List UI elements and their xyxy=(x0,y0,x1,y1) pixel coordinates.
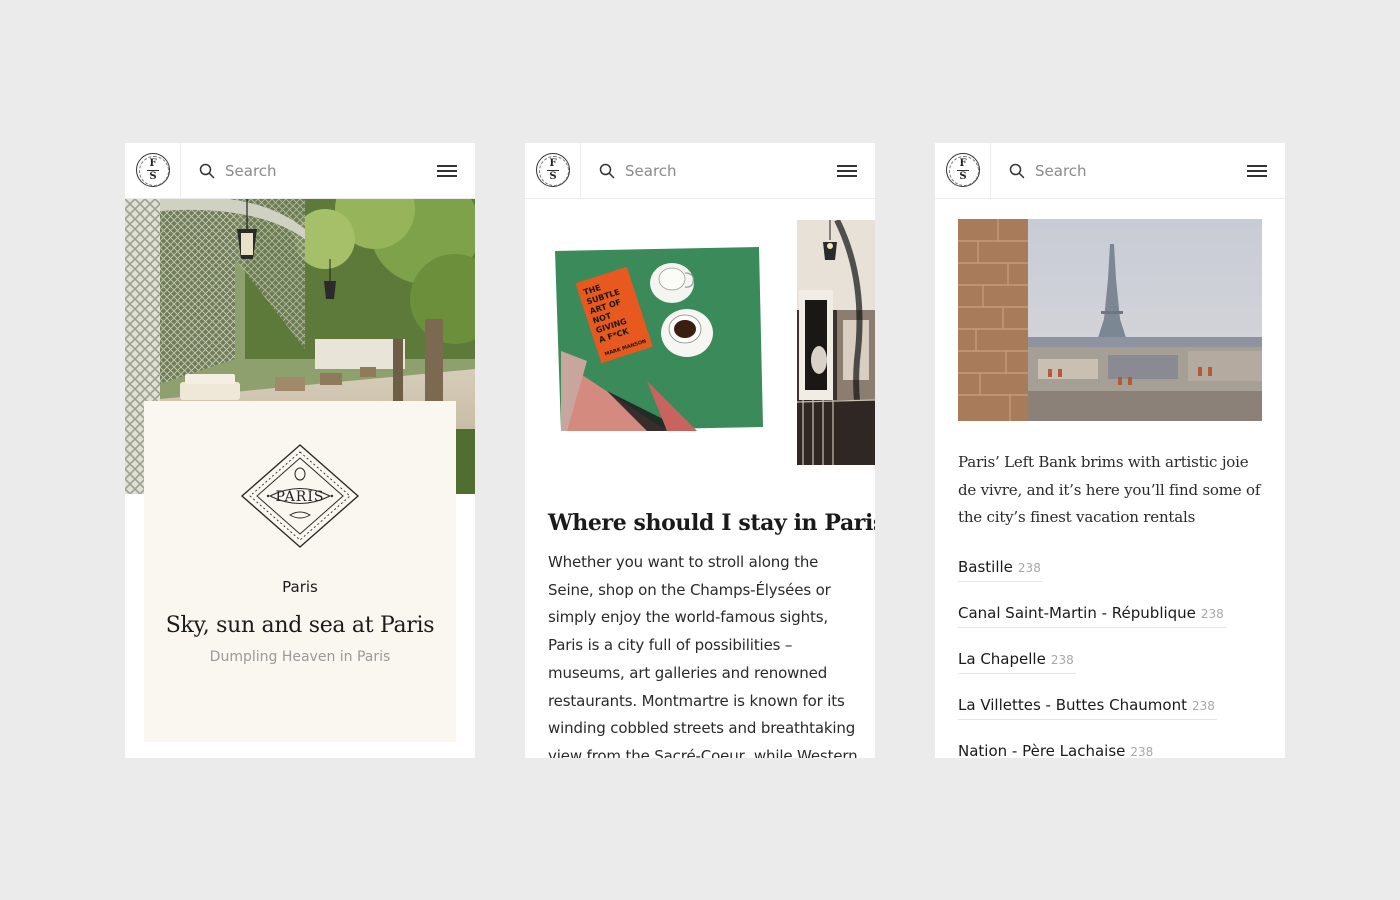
paris-badge-icon: PARIS xyxy=(240,444,360,548)
article-title: Where should I stay in Paris? xyxy=(548,510,875,536)
screen-neighbourhoods: F S Paris’ Left Bank brims with artistic… xyxy=(935,143,1285,758)
logo-link[interactable]: F S xyxy=(525,143,581,198)
search-input[interactable] xyxy=(1035,159,1235,183)
district-count: 238 xyxy=(1017,561,1041,575)
search-icon[interactable] xyxy=(199,163,215,179)
menu-icon[interactable] xyxy=(437,163,457,179)
list-item: Bastille 238 xyxy=(958,558,1278,604)
article-body: Whether you want to stroll along the Sei… xyxy=(548,553,858,758)
interior-photo xyxy=(797,220,875,465)
district-link-la-villettes[interactable]: La Villettes - Buttes Chaumont 238 xyxy=(958,696,1217,720)
brand-logo-icon: F S xyxy=(536,153,570,187)
list-item: La Chapelle 238 xyxy=(958,650,1278,696)
intro-text: Paris’ Left Bank brims with artistic joi… xyxy=(958,453,1261,526)
logo-link[interactable]: F S xyxy=(125,143,181,198)
svg-text:PARIS: PARIS xyxy=(276,489,325,505)
list-item: Canal Saint-Martin - République 238 xyxy=(958,604,1278,650)
menu-icon[interactable] xyxy=(1247,163,1267,179)
district-link-la-chapelle[interactable]: La Chapelle 238 xyxy=(958,650,1076,674)
top-bar: F S xyxy=(525,143,875,199)
logo-link[interactable]: F S xyxy=(935,143,991,198)
district-link-canal-saint-martin[interactable]: Canal Saint-Martin - République 238 xyxy=(958,604,1226,628)
list-item: Nation - Père Lachaise 238 xyxy=(958,742,1278,758)
paris-rooftops-photo xyxy=(958,219,1262,421)
district-count: 238 xyxy=(1130,745,1154,758)
district-count: 238 xyxy=(1191,699,1215,713)
screen-article: F S THE SUBTLE ART OF NOT GIVING A F*CK … xyxy=(525,143,875,758)
search-icon[interactable] xyxy=(599,163,615,179)
district-count: 238 xyxy=(1200,607,1224,621)
district-count: 238 xyxy=(1050,653,1074,667)
top-bar: F S xyxy=(935,143,1285,199)
search-input[interactable] xyxy=(625,159,825,183)
top-bar: F S xyxy=(125,143,475,199)
list-item: La Villettes - Buttes Chaumont 238 xyxy=(958,696,1278,742)
illustration-coffee-book: THE SUBTLE ART OF NOT GIVING A F*CK MARK… xyxy=(555,247,763,431)
brand-logo-icon: F S xyxy=(946,153,980,187)
district-link-bastille[interactable]: Bastille 238 xyxy=(958,558,1043,582)
card-subtitle: Dumpling Heaven in Paris xyxy=(209,649,391,665)
district-list: Bastille 238 Canal Saint-Martin - Républi… xyxy=(958,558,1278,758)
district-link-nation[interactable]: Nation - Père Lachaise 238 xyxy=(958,742,1155,758)
search-icon[interactable] xyxy=(1009,163,1025,179)
card-place-label: Paris xyxy=(282,578,318,596)
screen-destination: F S Search PARIS Paris Sky, sun and sea … xyxy=(125,143,475,758)
destination-card[interactable]: PARIS Paris Sky, sun and sea at Paris Du… xyxy=(144,401,456,742)
search-input[interactable] xyxy=(225,159,425,183)
card-title: Sky, sun and sea at Paris xyxy=(165,613,435,638)
brand-logo-icon: F S xyxy=(136,153,170,187)
menu-icon[interactable] xyxy=(837,163,857,179)
